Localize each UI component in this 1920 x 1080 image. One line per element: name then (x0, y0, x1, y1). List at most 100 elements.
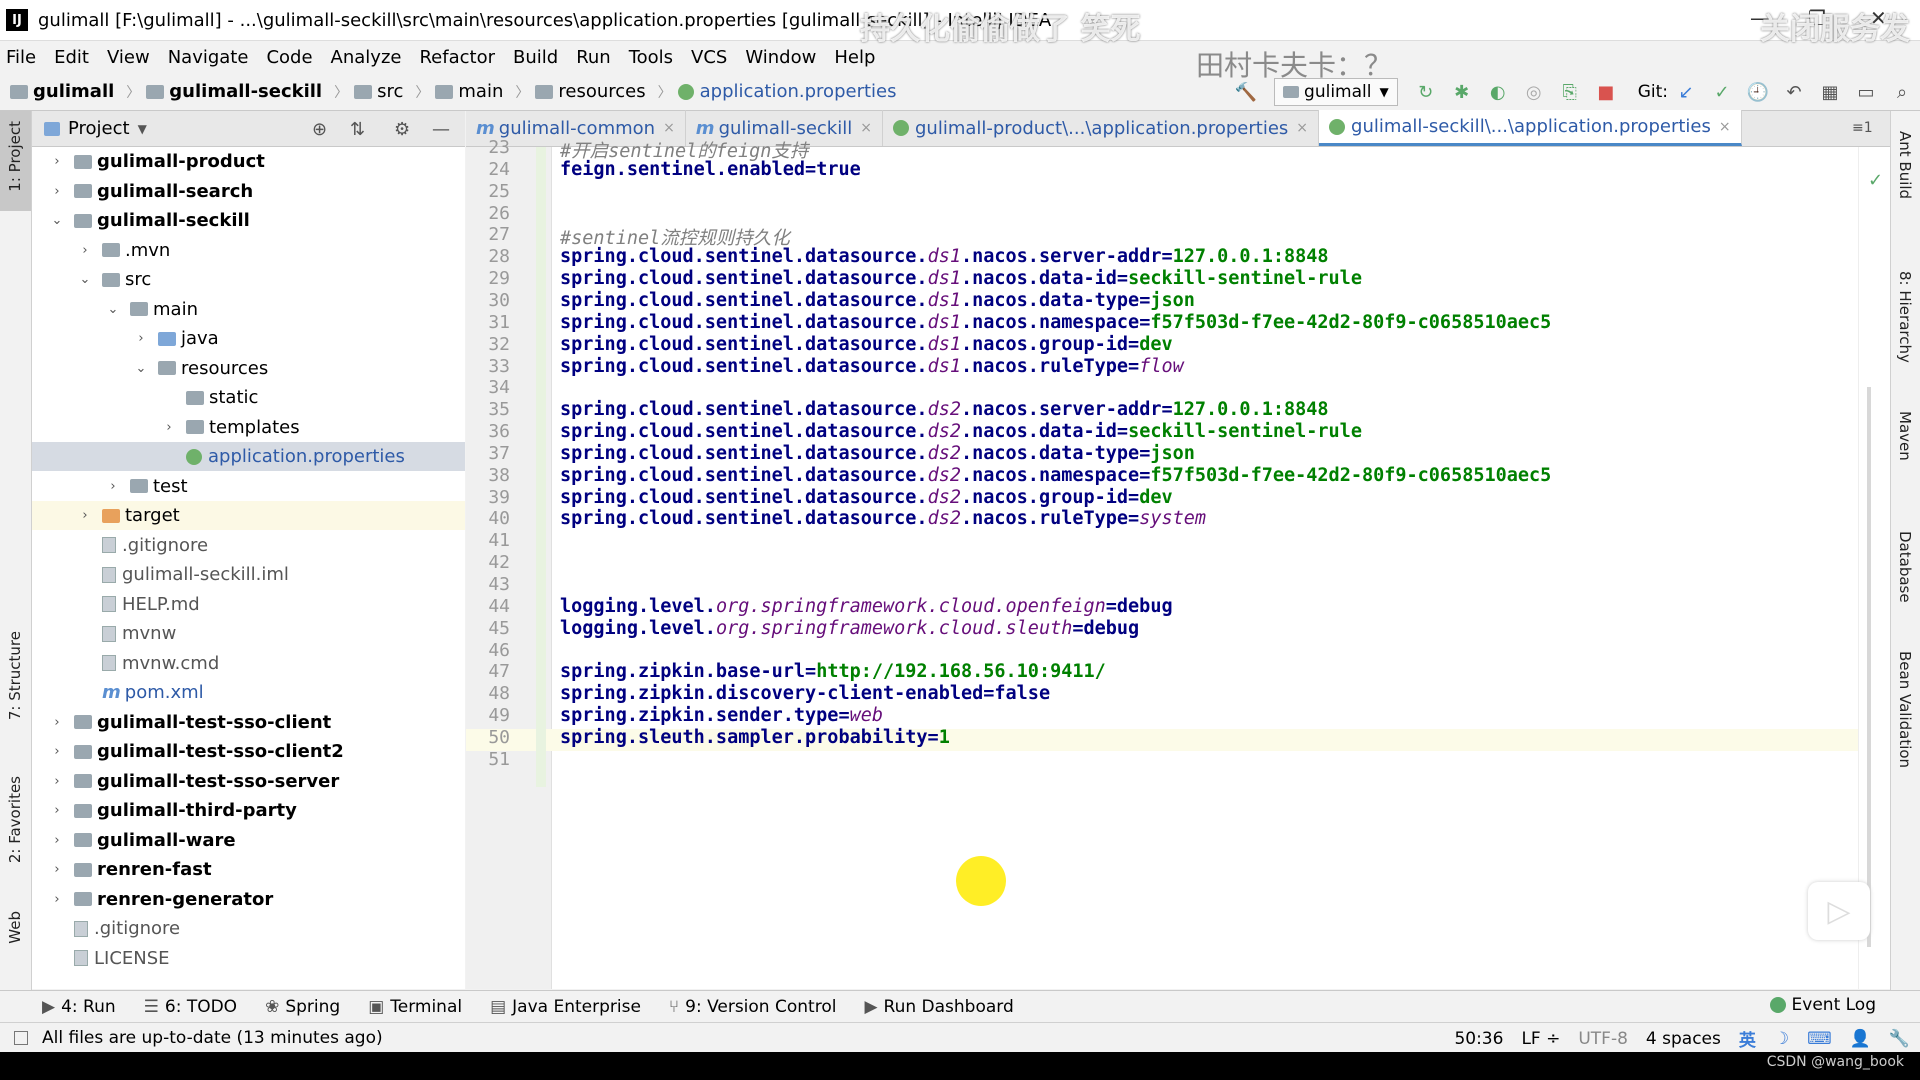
bottom-tool-run-dashboard[interactable]: ▶ Run Dashboard (864, 997, 1013, 1017)
tree-item[interactable]: › gulimall-search (32, 177, 465, 206)
chevron-down-icon[interactable]: ⌄ (134, 361, 148, 376)
tree-item[interactable]: › gulimall-test-sso-server (32, 767, 465, 796)
tree-item[interactable]: › gulimall-test-sso-client2 (32, 737, 465, 766)
git-update-icon[interactable]: ↙ (1675, 81, 1697, 103)
maven-tool-tab[interactable]: Maven (1896, 411, 1914, 461)
tree-item[interactable]: › renren-generator (32, 885, 465, 914)
presentation-icon[interactable]: ▭ (1855, 81, 1877, 103)
line-separator[interactable]: LF ÷ (1521, 1029, 1560, 1049)
chevron-right-icon[interactable]: › (50, 154, 64, 169)
play-overlay-button[interactable]: ▷ (1808, 882, 1870, 940)
tree-item[interactable]: .gitignore (32, 531, 465, 560)
locate-file-icon[interactable]: ⊕ (312, 119, 327, 140)
attach-icon[interactable]: ⎘ (1559, 81, 1581, 103)
menu-analyze[interactable]: Analyze (331, 47, 402, 68)
tree-item[interactable]: › .mvn (32, 236, 465, 265)
chevron-down-icon[interactable]: ▼ (138, 122, 147, 136)
menu-view[interactable]: View (107, 47, 150, 68)
tree-item[interactable]: › renren-fast (32, 855, 465, 884)
code-line[interactable]: spring.cloud.sentinel.datasource.ds1.nac… (560, 312, 1551, 333)
breadcrumb-item[interactable]: gulimall-seckill (146, 81, 322, 102)
bottom-tool-java-enterprise[interactable]: ▤ Java Enterprise (490, 997, 641, 1017)
menu-edit[interactable]: Edit (54, 47, 89, 68)
tree-item[interactable]: › target (32, 501, 465, 530)
gear-icon[interactable]: ⚙ (394, 119, 410, 140)
code-line[interactable]: spring.zipkin.discovery-client-enabled=f… (560, 683, 1050, 704)
rerun-icon[interactable]: ↻ (1415, 81, 1437, 103)
chevron-right-icon[interactable]: › (50, 774, 64, 789)
tree-item[interactable]: › gulimall-test-sso-client (32, 708, 465, 737)
tree-item[interactable]: HELP.md (32, 590, 465, 619)
chevron-right-icon[interactable]: › (50, 715, 64, 730)
code-line[interactable]: spring.cloud.sentinel.datasource.ds2.nac… (560, 421, 1362, 442)
tree-item[interactable]: mvnw (32, 619, 465, 648)
status-toggle-icon[interactable] (14, 1030, 28, 1045)
editor-tab[interactable]: gulimall-product\...\application.propert… (883, 110, 1320, 146)
git-commit-icon[interactable]: ✓ (1711, 81, 1733, 103)
project-tool-tab[interactable]: 1: Project (0, 111, 31, 211)
code-editor[interactable]: #开启sentinel的feign支持 feign.sentinel.enable… (552, 141, 1858, 989)
menu-help[interactable]: Help (834, 47, 875, 68)
ime-indicator[interactable]: 英 (1739, 1026, 1756, 1051)
menu-navigate[interactable]: Navigate (168, 47, 249, 68)
structure-tool-tab[interactable]: 7: Structure (6, 631, 24, 720)
tree-item[interactable]: › java (32, 324, 465, 353)
tree-item[interactable]: LICENSE (32, 944, 465, 973)
breadcrumb-item[interactable]: resources (535, 81, 646, 102)
code-line[interactable]: spring.cloud.sentinel.datasource.ds1.nac… (560, 356, 1184, 377)
chevron-down-icon[interactable]: ⌄ (78, 272, 92, 287)
project-structure-icon[interactable]: ▦ (1819, 81, 1841, 103)
database-tool-tab[interactable]: Database (1896, 531, 1914, 603)
close-tab-icon[interactable]: × (663, 120, 675, 136)
code-line[interactable]: spring.cloud.sentinel.datasource.ds1.nac… (560, 268, 1362, 289)
code-line[interactable]: logging.level.org.springframework.cloud.… (560, 618, 1139, 639)
editor-scrollbar[interactable] (1858, 147, 1890, 989)
coverage-icon[interactable]: ◐ (1487, 81, 1509, 103)
tree-item[interactable]: application.properties (32, 442, 465, 471)
menu-build[interactable]: Build (513, 47, 558, 68)
chevron-down-icon[interactable]: ⌄ (50, 213, 64, 228)
tree-item[interactable]: static (32, 383, 465, 412)
tree-item[interactable]: › test (32, 472, 465, 501)
tree-item[interactable]: ⌄ resources (32, 354, 465, 383)
build-hammer-icon[interactable]: 🔨 (1235, 81, 1257, 103)
scroll-thumb[interactable] (1867, 387, 1871, 947)
menu-vcs[interactable]: VCS (691, 47, 727, 68)
chevron-right-icon[interactable]: › (78, 243, 92, 258)
collapse-all-icon[interactable]: ⇅ (350, 119, 365, 140)
menu-refactor[interactable]: Refactor (419, 47, 495, 68)
tree-item[interactable]: ⌄ gulimall-seckill (32, 206, 465, 235)
file-encoding[interactable]: UTF-8 (1578, 1029, 1628, 1049)
tree-item[interactable]: › gulimall-product (32, 147, 465, 176)
bottom-tool-6-todo[interactable]: ☰ 6: TODO (144, 997, 237, 1017)
bottom-tool-4-run[interactable]: ▶ 4: Run (42, 997, 116, 1017)
chevron-right-icon[interactable]: › (50, 892, 64, 907)
chevron-down-icon[interactable]: ⌄ (106, 302, 120, 317)
vcs-change-marker[interactable] (536, 147, 546, 787)
tab-list-icon[interactable]: ≡1 (1852, 120, 1873, 136)
chevron-right-icon[interactable]: › (50, 744, 64, 759)
code-line[interactable]: spring.cloud.sentinel.datasource.ds2.nac… (560, 399, 1329, 420)
stop-icon[interactable]: ■ (1595, 81, 1617, 103)
close-tab-icon[interactable]: × (1719, 119, 1731, 135)
breadcrumb-item[interactable]: gulimall (10, 81, 114, 102)
project-panel-title[interactable]: Project (68, 118, 130, 139)
hide-panel-icon[interactable]: — (432, 119, 450, 140)
event-log-button[interactable]: Event Log (1769, 995, 1876, 1015)
tree-item[interactable]: .gitignore (32, 914, 465, 943)
menu-tools[interactable]: Tools (629, 47, 673, 68)
breadcrumb-item[interactable]: application.properties (677, 81, 896, 102)
bean-validation-tool-tab[interactable]: Bean Validation (1896, 651, 1914, 768)
chevron-right-icon[interactable]: › (50, 833, 64, 848)
close-tab-icon[interactable]: × (1296, 120, 1308, 136)
code-line[interactable]: spring.zipkin.sender.type=web (560, 705, 883, 726)
breadcrumb-item[interactable]: main (435, 81, 503, 102)
debug-icon[interactable]: ✱ (1451, 81, 1473, 103)
tree-item[interactable]: ⌄ src (32, 265, 465, 294)
chevron-right-icon[interactable]: › (78, 508, 92, 523)
chevron-right-icon[interactable]: › (50, 184, 64, 199)
chevron-right-icon[interactable]: › (106, 479, 120, 494)
ant-build-tool-tab[interactable]: Ant Build (1896, 131, 1914, 199)
code-line[interactable]: spring.sleuth.sampler.probability=1 (560, 727, 950, 748)
caret-position[interactable]: 50:36 (1454, 1029, 1503, 1049)
